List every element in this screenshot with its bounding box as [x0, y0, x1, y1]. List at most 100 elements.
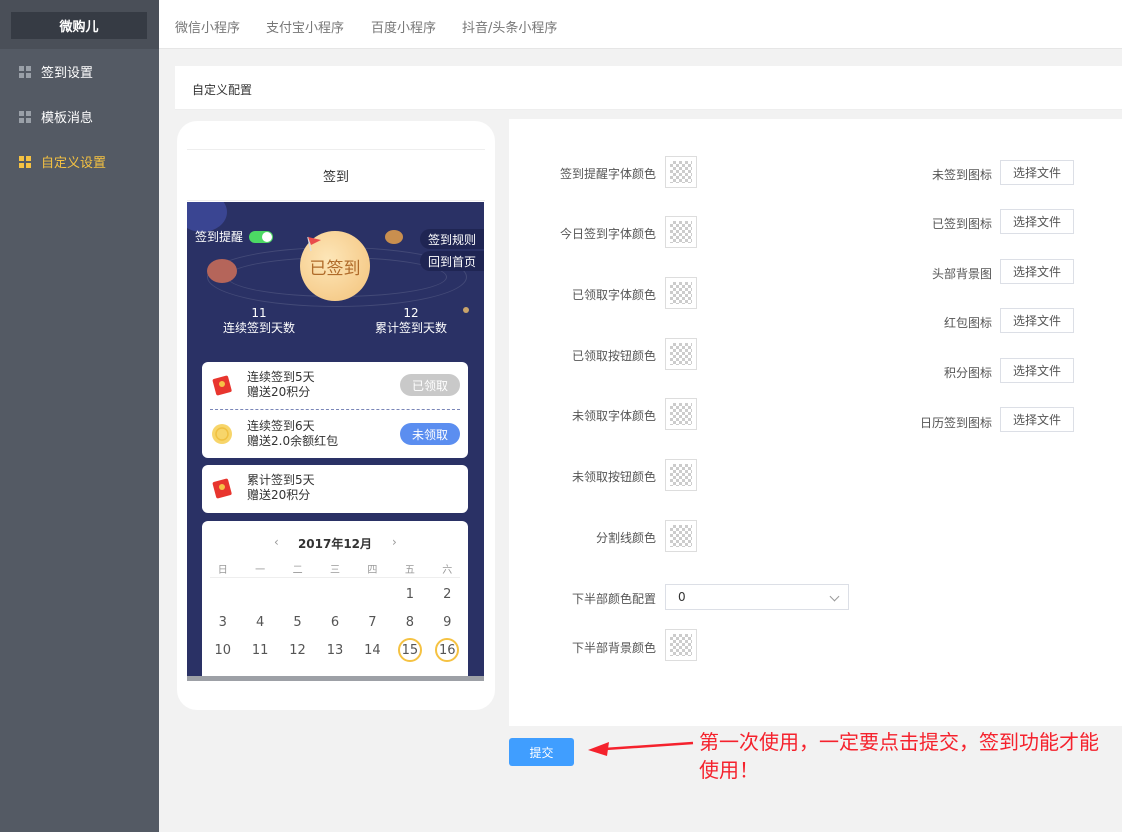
- weekday: 五: [404, 565, 415, 576]
- rules-button[interactable]: 签到规则: [419, 229, 484, 249]
- chevron-down-icon: [829, 591, 840, 602]
- top-tab-bar: 微信小程序 支付宝小程序 百度小程序 抖音/头条小程序: [159, 0, 1122, 49]
- file-field-label: 红包图标: [943, 316, 992, 330]
- color-field-label: 已领取字体颜色: [571, 288, 656, 302]
- color-field-label: 分割线颜色: [595, 531, 656, 545]
- calendar-day-signed[interactable]: 15: [397, 638, 422, 662]
- reward-prize: 赠送20积分: [247, 488, 311, 502]
- sidebar-item-custom-settings[interactable]: 自定义设置: [0, 139, 159, 184]
- sidebar-item-sign-settings[interactable]: 签到设置: [0, 49, 159, 94]
- next-month-icon[interactable]: ›: [392, 535, 397, 549]
- sidebar-item-label: 自定义设置: [41, 156, 107, 171]
- sidebar-item-label: 签到设置: [41, 66, 94, 81]
- calendar-day[interactable]: [354, 582, 391, 606]
- calendar-day[interactable]: 1: [391, 582, 428, 606]
- calendar-day[interactable]: 3: [204, 610, 241, 634]
- arrow-annotation-icon: [588, 741, 694, 756]
- calendar-day[interactable]: 12: [279, 638, 316, 662]
- color-field-label: 未领取按钮颜色: [571, 470, 656, 484]
- weekday: 三: [329, 565, 340, 576]
- calendar-day[interactable]: [279, 582, 316, 606]
- coin-icon: [212, 424, 232, 444]
- reward-prize: 赠送2.0余额红包: [247, 434, 339, 448]
- calendar-day-signed[interactable]: 16: [435, 638, 460, 662]
- reward-condition: 累计签到5天: [247, 473, 315, 487]
- calendar-day[interactable]: 10: [204, 638, 241, 662]
- calendar-day[interactable]: [204, 582, 241, 606]
- planet-decoration: [463, 307, 469, 313]
- flag-icon: [307, 236, 321, 252]
- select-value: 0: [678, 590, 686, 604]
- calendar-day[interactable]: 4: [241, 610, 278, 634]
- planet-decoration: [385, 230, 403, 244]
- color-field-label: 已领取按钮颜色: [571, 349, 656, 363]
- calendar-day[interactable]: 8: [391, 610, 428, 634]
- calendar-day[interactable]: [241, 582, 278, 606]
- tab-alipay[interactable]: 支付宝小程序: [266, 17, 344, 36]
- brand-logo: 微购儿: [11, 12, 147, 39]
- color-picker[interactable]: [665, 338, 697, 370]
- consecutive-rewards-card: 连续签到5天 赠送20积分 已领取 连续签到6天 赠送2.0余额红包 未领取: [202, 362, 468, 458]
- color-picker[interactable]: [665, 277, 697, 309]
- red-packet-icon: [212, 478, 232, 499]
- calendar-card: ‹ 2017年12月 › 日 一 二 三 四 五 六 1 2 3 4 5 6 7…: [202, 521, 468, 678]
- tab-wechat[interactable]: 微信小程序: [175, 17, 240, 36]
- total-value: 12: [403, 306, 419, 320]
- sidebar: 微购儿 签到设置 模板消息 自定义设置: [0, 0, 159, 832]
- tab-baidu[interactable]: 百度小程序: [371, 17, 436, 36]
- weekday: 二: [292, 565, 303, 576]
- calendar-day[interactable]: 9: [429, 610, 466, 634]
- reward-prize: 赠送20积分: [247, 385, 311, 399]
- remind-toggle[interactable]: [249, 230, 274, 243]
- weekday: 四: [367, 565, 378, 576]
- sidebar-item-template-message[interactable]: 模板消息: [0, 94, 159, 139]
- red-packet-icon: [212, 375, 232, 396]
- color-picker[interactable]: [665, 398, 697, 430]
- choose-file-button[interactable]: 选择文件: [1000, 407, 1074, 432]
- consecutive-stat: 11 连续签到天数: [223, 306, 295, 336]
- phone-preview: 签到 签到提醒 签到规则 回到首页 已签到 11 连续签到天数 12 累计签到天…: [177, 121, 495, 710]
- calendar-weekdays: 日 一 二 三 四 五 六: [204, 561, 466, 576]
- choose-file-button[interactable]: 选择文件: [1000, 259, 1074, 284]
- color-picker[interactable]: [665, 459, 697, 491]
- color-picker[interactable]: [665, 156, 697, 188]
- calendar-day[interactable]: 7: [354, 610, 391, 634]
- grid-icon: [19, 65, 31, 78]
- file-field-label: 头部背景图: [931, 267, 992, 281]
- weekday: 一: [255, 565, 266, 576]
- choose-file-button[interactable]: 选择文件: [1000, 209, 1074, 234]
- calendar-divider: [210, 577, 460, 578]
- total-stat: 12 累计签到天数: [375, 306, 447, 336]
- file-field-label: 日历签到图标: [919, 416, 992, 430]
- color-picker[interactable]: [665, 629, 697, 661]
- file-field-label: 未签到图标: [931, 168, 992, 182]
- calendar-day[interactable]: 13: [316, 638, 353, 662]
- scrollbar[interactable]: [187, 676, 484, 681]
- reward-row: 连续签到6天 赠送2.0余额红包 未领取: [202, 411, 468, 457]
- color-picker[interactable]: [665, 520, 697, 552]
- calendar-day[interactable]: 11: [241, 638, 278, 662]
- calendar-day[interactable]: 14: [354, 638, 391, 662]
- choose-file-button[interactable]: 选择文件: [1000, 358, 1074, 383]
- choose-file-button[interactable]: 选择文件: [1000, 308, 1074, 333]
- calendar-week: 1 2: [204, 582, 466, 606]
- calendar-day[interactable]: 5: [279, 610, 316, 634]
- planet-decoration: [207, 259, 237, 283]
- bottom-config-select[interactable]: 0: [665, 584, 849, 610]
- choose-file-button[interactable]: 选择文件: [1000, 160, 1074, 185]
- color-field-label: 今日签到字体颜色: [559, 227, 656, 241]
- home-button[interactable]: 回到首页: [419, 251, 484, 271]
- sidebar-menu: 签到设置 模板消息 自定义设置: [0, 49, 159, 184]
- divider: [210, 409, 460, 410]
- unclaimed-button[interactable]: 未领取: [400, 423, 460, 445]
- color-field-label: 下半部背景颜色: [571, 641, 656, 655]
- claimed-button[interactable]: 已领取: [400, 374, 460, 396]
- signed-text: 已签到: [309, 258, 361, 279]
- calendar-day[interactable]: 2: [429, 582, 466, 606]
- consecutive-label: 连续签到天数: [223, 321, 296, 335]
- calendar-day[interactable]: [316, 582, 353, 606]
- tab-douyin[interactable]: 抖音/头条小程序: [462, 17, 557, 36]
- calendar-day[interactable]: 6: [316, 610, 353, 634]
- submit-button[interactable]: 提交: [509, 738, 574, 766]
- color-picker[interactable]: [665, 216, 697, 248]
